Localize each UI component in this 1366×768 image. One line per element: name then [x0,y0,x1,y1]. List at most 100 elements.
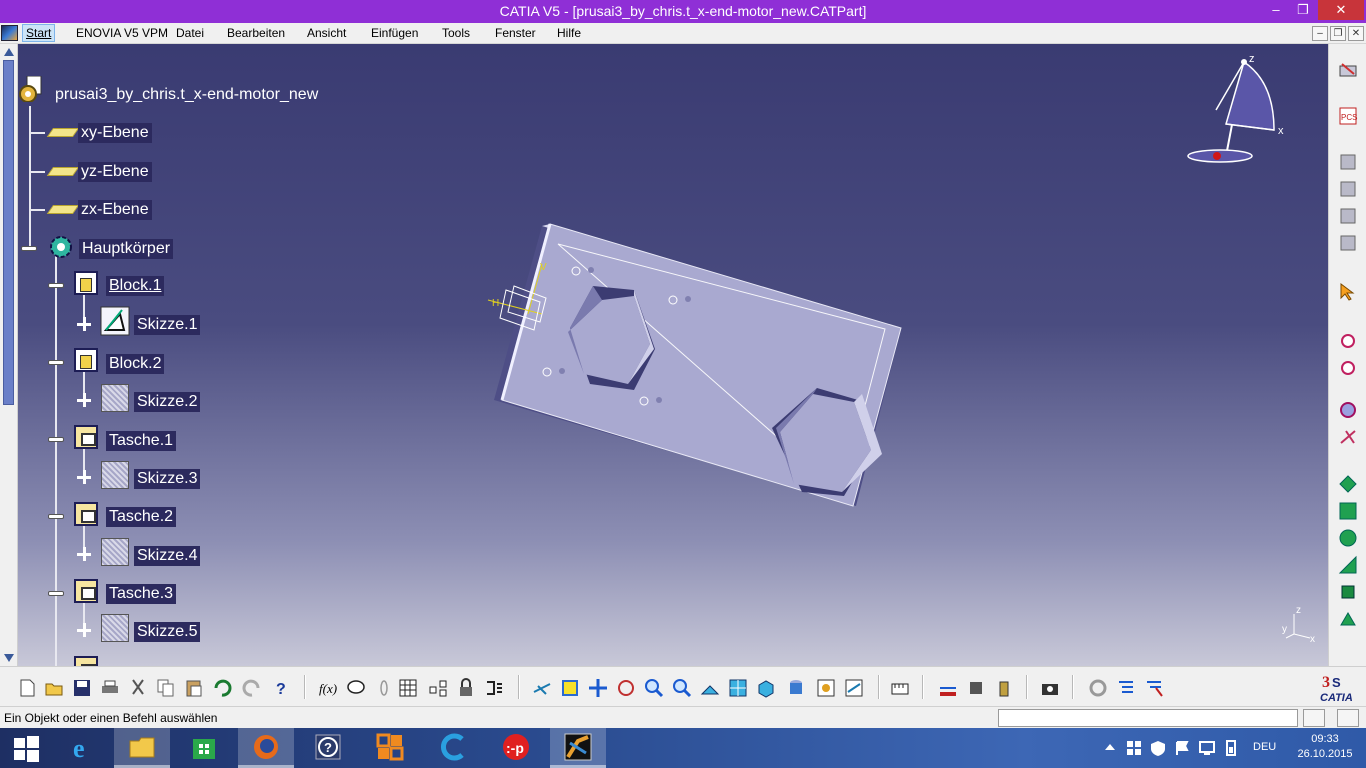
view-icon-2[interactable] [1338,179,1358,199]
tree-scrollbar[interactable] [0,44,18,666]
expand-icon[interactable] [77,317,91,331]
fit-all-icon[interactable] [560,678,580,698]
menu-fenster[interactable]: Fenster [495,26,536,40]
menu-enovia[interactable]: ENOVIA V5 VPM [76,26,168,40]
zoom-in-icon[interactable] [644,678,664,698]
measure-icon[interactable] [890,678,910,698]
swap-visible-icon[interactable] [844,678,864,698]
tree-collapse-icon[interactable] [1144,678,1164,698]
expand-icon[interactable] [77,547,91,561]
collapse-icon[interactable] [22,241,36,255]
link-icon[interactable] [374,678,394,698]
catalog-icon[interactable] [428,678,448,698]
menu-hilfe[interactable]: Hilfe [557,26,581,40]
catia-app-icon[interactable] [1,25,18,41]
table-icon[interactable] [398,678,418,698]
minimize-button[interactable]: – [1263,0,1289,20]
surface-icon-6[interactable] [1338,609,1358,629]
view-icon-4[interactable] [1338,233,1358,253]
doc-close-button[interactable]: ✕ [1348,26,1364,41]
tree-sketch-4[interactable]: Skizze.4 [134,546,201,566]
maximize-button[interactable]: ❐ [1290,0,1316,20]
menu-datei[interactable]: Datei [176,26,204,40]
taskbar-file-explorer[interactable] [114,728,170,768]
tree-feature-pocket-1[interactable]: Tasche.1 [106,431,177,451]
taskbar-p-app[interactable]: :-p [488,728,544,768]
cut-icon[interactable] [128,678,148,698]
print-icon[interactable] [100,678,120,698]
shading-icon[interactable] [786,678,806,698]
start-button[interactable] [0,728,56,768]
taskbar-windows-store[interactable] [176,728,232,768]
tree-xy-plane[interactable]: xy-Ebene [78,123,152,143]
scroll-thumb[interactable] [3,60,14,405]
menu-tools[interactable]: Tools [442,26,470,40]
taskbar-catia-app[interactable] [550,728,606,768]
multi-view-icon[interactable] [728,678,748,698]
tree-feature-block-1[interactable]: Block.1 [106,276,165,296]
undo-icon[interactable] [212,678,232,698]
tree-sketch-3[interactable]: Skizze.3 [134,469,201,489]
tree-feature-block-2[interactable]: Block.2 [106,354,165,374]
copy-icon[interactable] [156,678,176,698]
tree-sketch-5[interactable]: Skizze.5 [134,622,201,642]
paste-icon[interactable] [184,678,204,698]
comment-icon[interactable] [346,678,366,698]
transform-icon[interactable] [1338,427,1358,447]
menu-bearbeiten[interactable]: Bearbeiten [227,26,285,40]
select-arrow-icon[interactable] [1338,282,1358,302]
doc-restore-button[interactable]: ❐ [1330,26,1346,41]
taskbar-ccleaner-app[interactable] [426,728,482,768]
tray-language[interactable]: DEU [1253,741,1276,753]
new-file-icon[interactable] [17,678,37,698]
tray-battery-icon[interactable] [1222,739,1240,757]
redo-icon[interactable] [242,678,262,698]
surface-icon-3[interactable] [1338,528,1358,548]
tray-clock[interactable]: 09:33 26.10.2015 [1290,732,1360,762]
formula-icon[interactable]: f(x) [318,678,338,698]
measure-inertia-icon[interactable] [994,678,1014,698]
part-gear-icon[interactable] [18,76,44,102]
sketch-tool-icon-2[interactable] [1338,356,1358,376]
hide-show-icon[interactable] [816,678,836,698]
constraint-icon[interactable] [1338,400,1358,420]
measure-item-icon[interactable] [966,678,986,698]
expand-icon[interactable] [77,470,91,484]
taskbar-office-app[interactable] [362,728,418,768]
tree-feature-pocket-3[interactable]: Tasche.3 [106,584,177,604]
capture-camera-icon[interactable] [1040,678,1060,698]
3d-viewport[interactable]: prusai3_by_chris.t_x-end-motor_new xy-Eb… [18,44,1328,666]
measure-between-icon[interactable] [938,678,958,698]
collapse-icon[interactable] [49,586,63,600]
collapse-icon[interactable] [49,509,63,523]
tree-feature-pocket-2[interactable]: Tasche.2 [106,507,177,527]
collapse-icon[interactable] [49,355,63,369]
zoom-out-icon[interactable] [672,678,692,698]
tray-expand-arrow-icon[interactable] [1104,742,1116,752]
iso-view-icon[interactable] [756,678,776,698]
normal-view-icon[interactable] [700,678,720,698]
view-icon-1[interactable] [1338,152,1358,172]
3d-part-model[interactable]: V H [458,214,918,514]
compass-icon[interactable]: z x [1182,52,1292,172]
tree-zx-plane[interactable]: zx-Ebene [78,200,152,220]
body-gear-icon[interactable] [47,233,77,261]
surface-icon-5[interactable] [1338,582,1358,602]
pan-icon[interactable] [588,678,608,698]
collapse-icon[interactable] [49,432,63,446]
taskbar-internet-explorer[interactable]: e [56,728,112,768]
command-list-button[interactable] [1303,709,1325,727]
sketch-tool-icon-1[interactable] [1338,329,1358,349]
tree-yz-plane[interactable]: yz-Ebene [78,162,152,182]
command-input[interactable] [998,709,1298,727]
tree-sketch-1[interactable]: Skizze.1 [134,315,201,335]
view-icon-3[interactable] [1338,206,1358,226]
open-folder-icon[interactable] [44,678,64,698]
surface-icon-4[interactable] [1338,555,1358,575]
close-button[interactable]: ✕ [1318,0,1364,20]
surface-icon-2[interactable] [1338,501,1358,521]
surface-icon-1[interactable] [1338,474,1358,494]
scroll-up-arrow-icon[interactable] [4,48,14,56]
taskbar-firefox[interactable] [238,728,294,768]
collapse-icon[interactable] [49,278,63,292]
